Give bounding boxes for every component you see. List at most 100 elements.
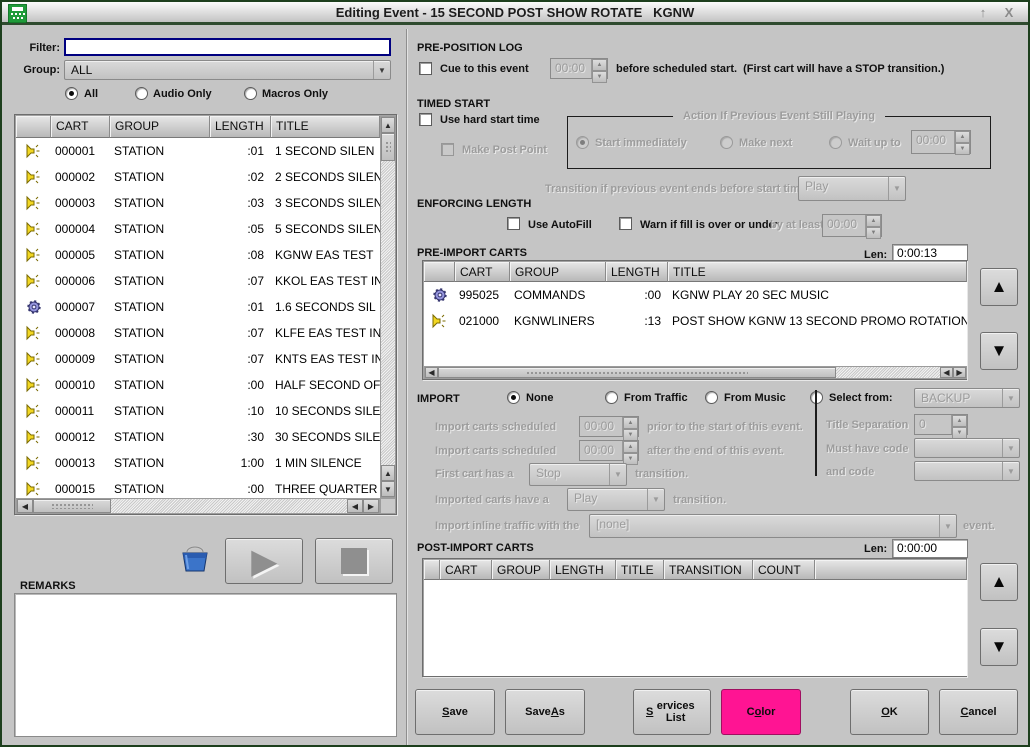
radio-all[interactable] xyxy=(65,87,78,100)
filter-input[interactable] xyxy=(64,38,391,56)
column-header[interactable] xyxy=(16,116,51,138)
post-import-len-field[interactable]: 0:00:00 xyxy=(892,539,968,558)
table-row[interactable]: 000002STATION:022 SECONDS SILEN xyxy=(16,164,380,190)
vertical-scrollbar[interactable]: ▲ ▲ ▼ xyxy=(380,116,396,498)
warn-fill-checkbox[interactable] xyxy=(619,217,632,230)
group-cell: STATION xyxy=(110,326,210,340)
horizontal-scrollbar[interactable]: ◀ ◀ ▶ xyxy=(16,498,380,514)
column-header[interactable]: TITLE xyxy=(271,116,380,138)
table-row[interactable]: 000009STATION:07KNTS EAS TEST IN xyxy=(16,346,380,372)
column-header[interactable] xyxy=(815,560,967,580)
column-header[interactable]: GROUP xyxy=(110,116,210,138)
hard-start-checkbox[interactable] xyxy=(419,113,432,126)
scrollbar-thumb[interactable] xyxy=(381,133,395,161)
services-list-button[interactable]: Services List xyxy=(633,689,711,735)
scroll-right-icon[interactable]: ▶ xyxy=(953,367,966,378)
radio-import-music[interactable] xyxy=(705,391,718,404)
column-header[interactable]: GROUP xyxy=(510,262,606,282)
table-row[interactable]: 000008STATION:07KLFE EAS TEST IN xyxy=(16,320,380,346)
cancel-button[interactable]: Cancel xyxy=(939,689,1018,735)
column-header[interactable]: CART xyxy=(440,560,492,580)
spin-up-icon: ▲ xyxy=(955,131,970,143)
column-header[interactable]: LENGTH xyxy=(606,262,668,282)
scroll-up-icon[interactable]: ▲ xyxy=(381,117,395,133)
scroll-down-icon[interactable]: ▼ xyxy=(381,481,395,497)
transition-label: Transition if previous event ends before… xyxy=(545,183,810,195)
column-header[interactable] xyxy=(424,262,455,282)
scroll-left-icon[interactable]: ◀ xyxy=(347,499,363,513)
filter-label: Filter: xyxy=(16,42,60,54)
play-button[interactable]: ▶ xyxy=(225,538,303,584)
imported-carts-transition-select: Play ▼ xyxy=(567,488,665,511)
ok-button[interactable]: OK xyxy=(850,689,929,735)
column-header[interactable]: CART xyxy=(455,262,510,282)
column-header[interactable]: CART xyxy=(51,116,110,138)
title-cell: KGNW PLAY 20 SEC MUSIC xyxy=(668,288,967,302)
scroll-up-icon[interactable]: ▲ xyxy=(381,465,395,481)
table-row[interactable]: 000001STATION:011 SECOND SILEN xyxy=(16,138,380,164)
table-row[interactable]: 000010STATION:00HALF SECOND OF xyxy=(16,372,380,398)
radio-import-traffic[interactable] xyxy=(605,391,618,404)
scroll-right-icon[interactable]: ▶ xyxy=(363,499,379,513)
table-row[interactable]: 000013STATION1:001 MIN SILENCE xyxy=(16,450,380,476)
radio-macros-only[interactable] xyxy=(244,87,257,100)
cue-to-event-checkbox[interactable] xyxy=(419,62,432,75)
table-row[interactable]: 000011STATION:1010 SECONDS SILE xyxy=(16,398,380,424)
table-row[interactable]: 000004STATION:055 SECONDS SILEN xyxy=(16,216,380,242)
must-have-code-label: Must have code xyxy=(826,443,909,455)
cart-cell: 000002 xyxy=(51,170,110,184)
cart-cell: 995025 xyxy=(455,288,510,302)
shade-icon[interactable]: ↑ xyxy=(974,4,992,22)
radio-audio-only[interactable] xyxy=(135,87,148,100)
table-row[interactable]: 021000KGNWLINERS:13POST SHOW KGNW 13 SEC… xyxy=(424,308,967,334)
pre-import-move-down-button[interactable]: ▼ xyxy=(980,332,1018,370)
table-row[interactable]: 000003STATION:033 SECONDS SILEN xyxy=(16,190,380,216)
pre-import-table: CARTGROUPLENGTHTITLE 995025COMMANDS:00KG… xyxy=(422,260,967,380)
scrollbar-thumb[interactable] xyxy=(33,499,111,513)
table-row[interactable]: 000006STATION:07KKOL EAS TEST IN xyxy=(16,268,380,294)
scroll-left-icon[interactable]: ◀ xyxy=(425,367,438,378)
radio-make-next-label: Make next xyxy=(739,137,792,149)
scrollbar-thumb[interactable] xyxy=(438,367,836,378)
autofill-checkbox[interactable] xyxy=(507,217,520,230)
cue-to-event-label: Cue to this event xyxy=(440,63,529,75)
radio-import-none[interactable] xyxy=(507,391,520,404)
table-row[interactable]: 000012STATION:3030 SECONDS SILE xyxy=(16,424,380,450)
horizontal-scrollbar[interactable]: ◀ ◀ ▶ xyxy=(424,366,967,379)
table-row[interactable]: 000015STATION:00THREE QUARTER xyxy=(16,476,380,498)
column-header[interactable] xyxy=(424,560,440,580)
chevron-down-icon: ▼ xyxy=(1002,462,1019,480)
table-row[interactable]: 995025COMMANDS:00KGNW PLAY 20 SEC MUSIC xyxy=(424,282,967,308)
close-icon[interactable]: X xyxy=(1000,4,1018,22)
column-header[interactable]: TITLE xyxy=(616,560,664,580)
column-header[interactable]: TRANSITION xyxy=(664,560,753,580)
save-button[interactable]: Save xyxy=(415,689,495,735)
length-cell: :00 xyxy=(606,288,668,302)
remarks-textarea[interactable] xyxy=(14,593,397,737)
scroll-left-icon[interactable]: ◀ xyxy=(17,499,33,513)
transition-select: Play ▼ xyxy=(798,176,906,201)
group-cell: STATION xyxy=(110,274,210,288)
column-header[interactable]: COUNT xyxy=(753,560,815,580)
column-header[interactable]: LENGTH xyxy=(210,116,271,138)
save-as-button[interactable]: Save As xyxy=(505,689,585,735)
column-header[interactable]: LENGTH xyxy=(550,560,616,580)
make-post-point-label: Make Post Point xyxy=(462,144,547,156)
post-import-move-down-button[interactable]: ▼ xyxy=(980,628,1018,666)
scroll-left-icon[interactable]: ◀ xyxy=(940,367,953,378)
pre-import-move-up-button[interactable]: ▲ xyxy=(980,268,1018,306)
post-import-move-up-button[interactable]: ▲ xyxy=(980,563,1018,601)
titlebar[interactable]: Editing Event - 15 SECOND POST SHOW ROTA… xyxy=(2,2,1028,25)
table-row[interactable]: 000007STATION:011.6 SECONDS SIL xyxy=(16,294,380,320)
table-body xyxy=(424,580,967,676)
table-row[interactable]: 000005STATION:08KGNW EAS TEST xyxy=(16,242,380,268)
color-button[interactable]: Color xyxy=(721,689,801,735)
column-header[interactable]: GROUP xyxy=(492,560,550,580)
bucket-icon[interactable] xyxy=(178,542,212,576)
column-header[interactable]: TITLE xyxy=(668,262,967,282)
group-select[interactable]: ALL ▼ xyxy=(64,60,391,80)
stop-button[interactable] xyxy=(315,538,393,584)
group-cell: STATION xyxy=(110,456,210,470)
group-cell: STATION xyxy=(110,378,210,392)
title-cell: 1.6 SECONDS SIL xyxy=(271,300,380,314)
